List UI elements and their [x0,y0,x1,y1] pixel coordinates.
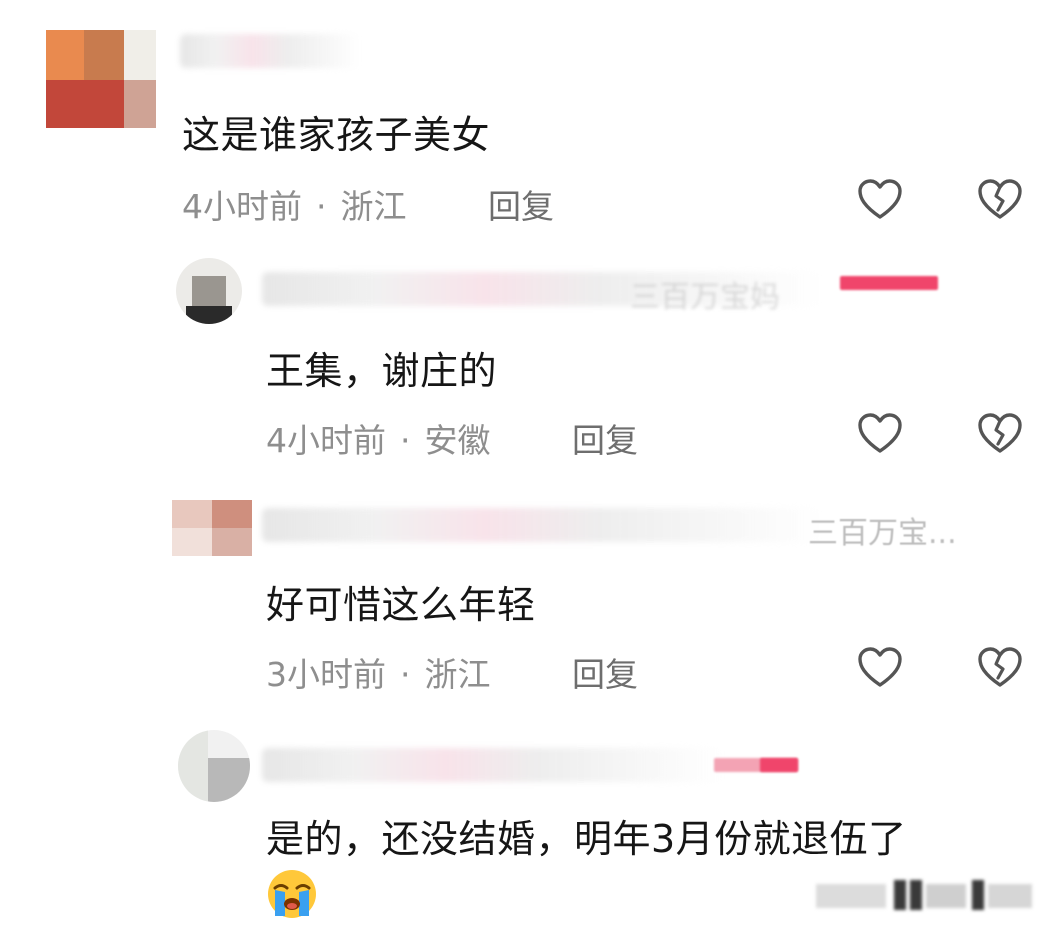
avatar[interactable] [172,500,252,556]
comment-text: 王集，谢庄的 [266,349,498,393]
reply-to-name: 三百万宝妈 [630,280,780,315]
like-button[interactable] [856,176,904,224]
comment-meta: 3小时前 · 浙江 [266,648,491,696]
separator-dot: · [400,655,411,694]
like-button[interactable] [856,410,904,458]
reply-button[interactable]: 回复 [488,180,554,228]
broken-heart-icon [978,179,1022,219]
dislike-button[interactable] [976,410,1024,458]
like-button[interactable] [856,644,904,692]
status-badge [840,276,938,290]
broken-heart-icon [978,413,1022,453]
heart-outline-icon [858,647,902,687]
comment-region: 安徽 [424,421,491,460]
comment-text: 好可惜这么年轻 [266,583,536,627]
avatar[interactable] [178,730,250,802]
comment-region: 浙江 [340,187,407,226]
comment-time: 4小时前 [266,421,386,460]
heart-outline-icon [858,179,902,219]
comment-meta: 4小时前 · 浙江 [182,180,407,228]
comment-time: 4小时前 [182,187,302,226]
separator-dot: · [316,187,327,226]
comment-region: 浙江 [424,655,491,694]
dislike-button[interactable] [976,176,1024,224]
username[interactable] [180,34,360,68]
comment-text: 这是谁家孩子美女 [182,113,491,157]
reply-button[interactable]: 回复 [572,648,638,696]
reply-button[interactable]: 回复 [572,414,638,462]
watermark [816,880,1036,914]
avatar[interactable] [46,30,156,128]
broken-heart-icon [978,647,1022,687]
heart-outline-icon [858,413,902,453]
separator-dot: · [400,421,411,460]
loudly-crying-face-icon [266,868,318,920]
username[interactable] [262,748,722,782]
comment-meta: 4小时前 · 安徽 [266,414,491,462]
status-badge [760,758,798,772]
comment-text: 是的，还没结婚，明年3月份就退伍了 [266,817,907,861]
username[interactable] [262,508,822,542]
dislike-button[interactable] [976,644,1024,692]
avatar[interactable] [176,258,242,324]
comment-time: 3小时前 [266,655,386,694]
reply-to-name: 三百万宝... [808,516,957,551]
